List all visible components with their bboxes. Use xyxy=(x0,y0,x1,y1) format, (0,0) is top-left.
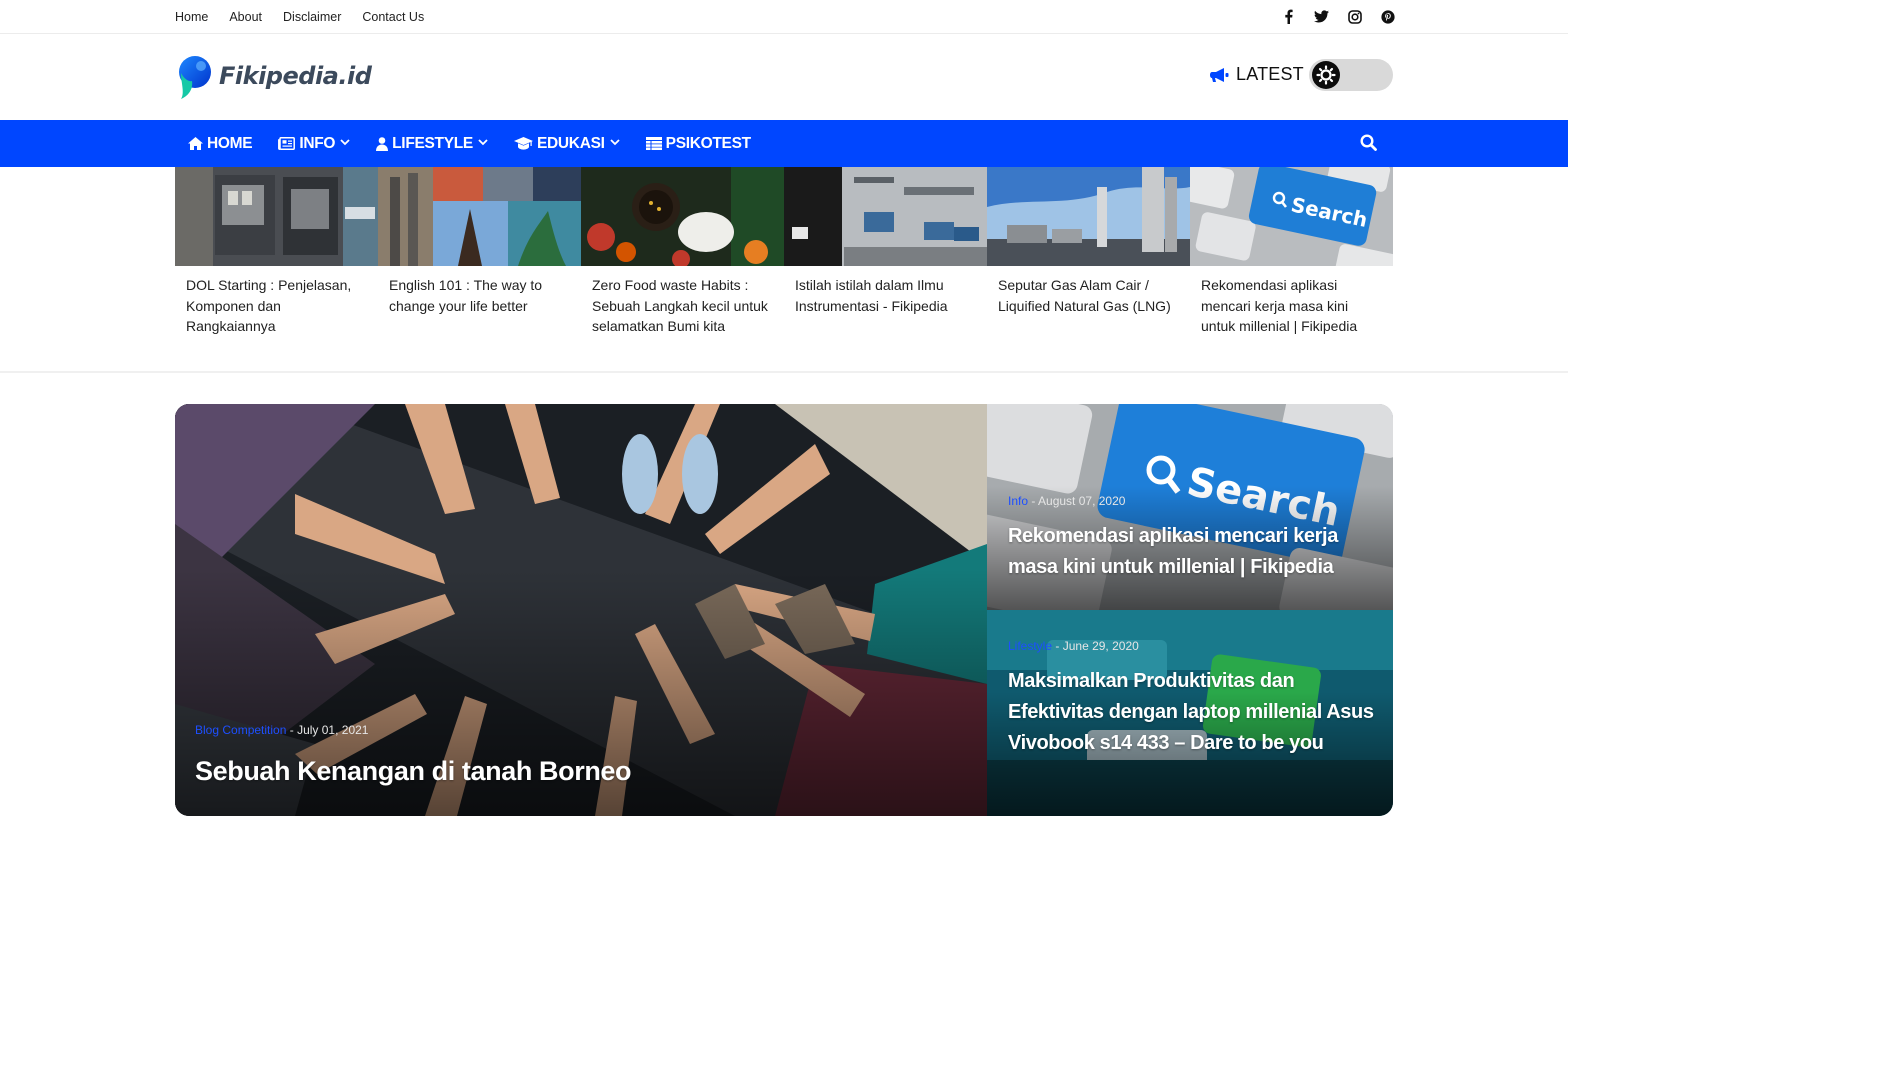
carousel-card[interactable]: Seputar Gas Alam Cair / Liquified Natura… xyxy=(987,167,1190,347)
facebook-icon[interactable] xyxy=(1280,8,1297,25)
category-label[interactable]: Info xyxy=(1008,494,1028,508)
carousel-card[interactable]: English 101 : The way to change your lif… xyxy=(378,167,581,347)
top-links: Home About Disclaimer Contact Us xyxy=(175,10,424,24)
user-icon xyxy=(376,136,389,151)
main-nav: HOME INFO LIFESTYLE EDUKASI PSIKOTEST xyxy=(0,120,1568,167)
dark-mode-toggle[interactable] xyxy=(1309,59,1393,91)
top-link-disclaimer[interactable]: Disclaimer xyxy=(283,10,341,24)
carousel-thumbnail[interactable] xyxy=(784,167,987,266)
post-date: July 01, 2021 xyxy=(297,723,369,737)
post-carousel: DOL Starting : Penjelasan, Komponen dan … xyxy=(175,167,1393,347)
nav-item-edukasi[interactable]: EDUKASI xyxy=(513,134,620,153)
table-icon xyxy=(645,137,662,150)
instagram-icon[interactable] xyxy=(1346,8,1363,25)
home-icon xyxy=(188,137,203,150)
graduation-cap-icon xyxy=(513,137,533,150)
nav-label-info: INFO xyxy=(299,134,336,152)
carousel-thumbnail[interactable] xyxy=(987,167,1190,266)
carousel-title[interactable]: DOL Starting : Penjelasan, Komponen dan … xyxy=(175,266,378,337)
pinterest-icon[interactable] xyxy=(1379,8,1396,25)
featured-main-meta: Blog Competition - July 01, 2021 xyxy=(195,723,368,737)
post-date: June 29, 2020 xyxy=(1062,639,1139,653)
logo-text: Fikipedia.id xyxy=(219,62,372,90)
featured-side-meta: Lifestyle - June 29, 2020 xyxy=(1008,639,1139,653)
top-bar: Home About Disclaimer Contact Us xyxy=(0,0,1568,34)
search-icon[interactable] xyxy=(1360,134,1380,154)
newspaper-icon xyxy=(278,137,296,150)
sun-icon xyxy=(1312,61,1340,89)
carousel-thumbnail[interactable] xyxy=(175,167,378,266)
carousel-card[interactable]: Istilah istilah dalam Ilmu Instrumentasi… xyxy=(784,167,987,347)
category-label[interactable]: Blog Competition xyxy=(195,723,286,737)
carousel-title[interactable]: Zero Food waste Habits : Sebuah Langkah … xyxy=(581,266,784,337)
carousel-card[interactable]: Zero Food waste Habits : Sebuah Langkah … xyxy=(581,167,784,347)
category-label[interactable]: Lifestyle xyxy=(1008,639,1052,653)
featured-side-title[interactable]: Maksimalkan Produktivitas dan Efektivita… xyxy=(1008,666,1378,759)
logo-mark-icon xyxy=(175,53,213,99)
chevron-down-icon xyxy=(478,138,488,149)
featured-side-post[interactable]: Search Info - August 07, 2020 Rekomendas… xyxy=(959,404,1393,638)
nav-label-psikotest: PSIKOTEST xyxy=(665,134,751,152)
top-link-home[interactable]: Home xyxy=(175,10,208,24)
featured-main-title[interactable]: Sebuah Kenangan di tanah Borneo xyxy=(195,754,632,788)
carousel-title[interactable]: English 101 : The way to change your lif… xyxy=(378,266,581,316)
social-links xyxy=(1280,8,1396,25)
top-link-contact[interactable]: Contact Us xyxy=(362,10,424,24)
featured-grid: Blog Competition - July 01, 2021 Sebuah … xyxy=(175,404,1393,816)
latest-label: LATEST xyxy=(1236,64,1304,84)
nav-label-edukasi: EDUKASI xyxy=(536,134,605,152)
nav-item-psikotest[interactable]: PSIKOTEST xyxy=(645,134,751,153)
section-divider xyxy=(0,371,1568,373)
chevron-down-icon xyxy=(610,138,620,149)
carousel-title[interactable]: Seputar Gas Alam Cair / Liquified Natura… xyxy=(987,266,1190,316)
carousel-card[interactable]: Search Rekomendasi aplikasi mencari kerj… xyxy=(1190,167,1393,347)
nav-item-lifestyle[interactable]: LIFESTYLE xyxy=(376,135,488,153)
latest-button[interactable]: LATEST xyxy=(1210,64,1304,85)
carousel-card[interactable]: DOL Starting : Penjelasan, Komponen dan … xyxy=(175,167,378,347)
post-date: August 07, 2020 xyxy=(1038,494,1126,508)
carousel-thumbnail[interactable] xyxy=(581,167,784,266)
carousel-title[interactable]: Rekomendasi aplikasi mencari kerja masa … xyxy=(1190,266,1393,337)
megaphone-icon xyxy=(1210,67,1229,82)
twitter-icon[interactable] xyxy=(1313,8,1330,25)
nav-label-lifestyle: LIFESTYLE xyxy=(392,134,473,152)
carousel-title[interactable]: Istilah istilah dalam Ilmu Instrumentasi… xyxy=(784,266,987,316)
meta-separator: - xyxy=(1055,639,1063,653)
featured-side-meta: Info - August 07, 2020 xyxy=(1008,494,1125,508)
featured-side-post[interactable]: Lifestyle - June 29, 2020 Maksimalkan Pr… xyxy=(987,610,1393,816)
carousel-thumbnail[interactable] xyxy=(378,167,581,266)
chevron-down-icon xyxy=(340,138,350,149)
site-header: Fikipedia.id LATEST xyxy=(0,34,1568,120)
site-logo[interactable]: Fikipedia.id xyxy=(175,53,372,99)
featured-side-title[interactable]: Rekomendasi aplikasi mencari kerja masa … xyxy=(1008,521,1378,583)
featured-main-post[interactable]: Blog Competition - July 01, 2021 Sebuah … xyxy=(175,404,987,816)
top-link-about[interactable]: About xyxy=(229,10,262,24)
meta-separator: - xyxy=(289,723,298,737)
carousel-thumbnail[interactable]: Search xyxy=(1190,167,1393,266)
nav-item-info[interactable]: INFO xyxy=(278,135,350,153)
nav-item-home[interactable]: HOME xyxy=(188,134,253,153)
nav-label-home: HOME xyxy=(207,134,253,152)
